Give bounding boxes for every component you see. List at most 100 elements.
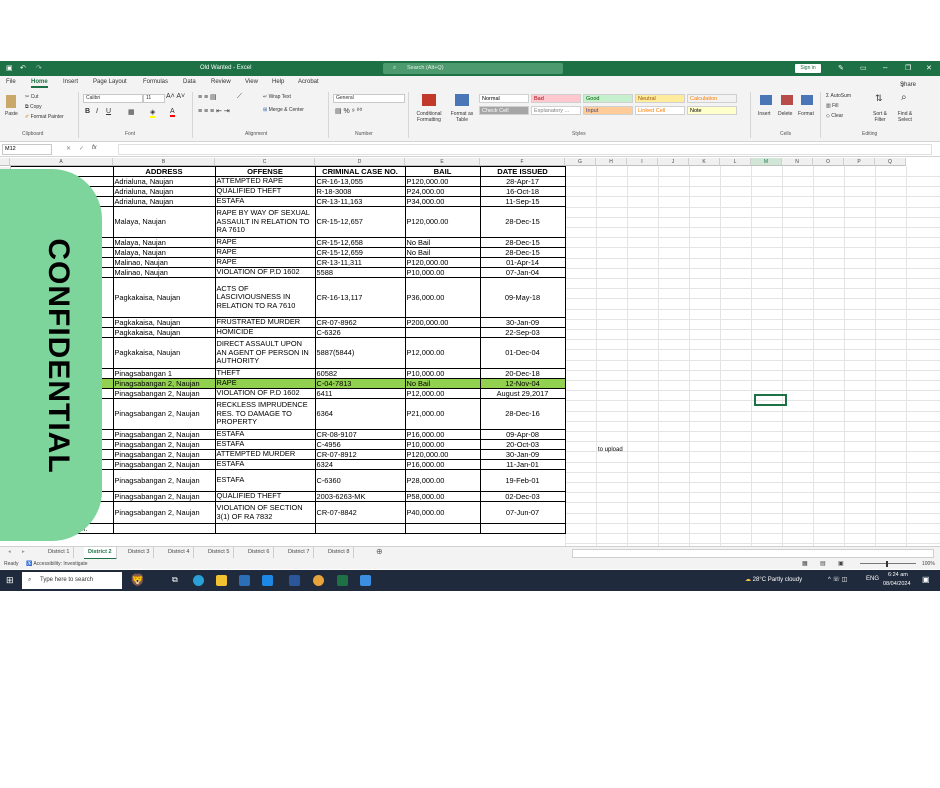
- horizontal-scrollbar[interactable]: [572, 549, 934, 558]
- tab-insert[interactable]: Insert: [63, 79, 78, 85]
- autosum-button[interactable]: Σ AutoSum: [826, 93, 851, 99]
- prev-sheet-icon[interactable]: ◂: [8, 549, 11, 555]
- cell-case-no[interactable]: 2003-6263-MK: [314, 491, 406, 502]
- cell-bail[interactable]: P36,000.00: [404, 277, 481, 318]
- widgets-icon[interactable]: 🦁: [130, 573, 145, 587]
- page-break-icon[interactable]: ▣: [838, 559, 844, 569]
- cell-offense[interactable]: QUALIFIED THEFT: [214, 186, 316, 197]
- cell-case-no[interactable]: CR-13-11,311: [314, 257, 406, 268]
- cell-address[interactable]: Pagkakaisa, Naujan: [112, 337, 216, 369]
- cell-date[interactable]: 12-Nov-04: [479, 378, 566, 389]
- paste-button[interactable]: Paste: [5, 111, 18, 117]
- header-address[interactable]: ADDRESS: [112, 166, 216, 177]
- excel-icon[interactable]: [337, 575, 348, 586]
- orientation-icon[interactable]: ⟋: [237, 93, 242, 101]
- normal-view-icon[interactable]: ▦: [802, 559, 808, 569]
- paste-icon[interactable]: [6, 95, 16, 108]
- cell-style-linked-cell[interactable]: Linked Cell: [635, 106, 685, 115]
- cell-address[interactable]: Pinagsabangan 2, Naujan: [112, 469, 216, 492]
- cell-offense[interactable]: ESTAFA: [214, 196, 316, 207]
- save-icon[interactable]: ▣: [6, 64, 13, 72]
- find-select-button[interactable]: Find & Select: [893, 111, 917, 123]
- cell-bail[interactable]: P120,000.00: [404, 449, 481, 460]
- cell-case-no[interactable]: 6411: [314, 388, 406, 399]
- cell-case-no[interactable]: 5887(5844): [314, 337, 406, 369]
- cell-date[interactable]: [479, 523, 566, 534]
- cell-bail[interactable]: P16,000.00: [404, 429, 481, 440]
- cell-bail[interactable]: P120,000.00: [404, 206, 481, 238]
- column-header-q[interactable]: Q: [875, 158, 906, 166]
- format-as-table-icon[interactable]: [455, 94, 469, 106]
- number-format-select[interactable]: General: [333, 94, 405, 103]
- align-left-icon[interactable]: ≡ ≡ ≡ ⇤ ⇥: [198, 107, 230, 115]
- cell-address[interactable]: Pagkakaisa, Naujan: [112, 327, 216, 338]
- cell-date[interactable]: August 29,2017: [479, 388, 566, 399]
- undo-icon[interactable]: ↶: [20, 64, 26, 72]
- format-painter-button[interactable]: ✐ Format Painter: [25, 114, 64, 120]
- column-header-i[interactable]: I: [627, 158, 658, 166]
- cell-offense[interactable]: ACTS OF LASCIVIOUSNESS IN RELATION TO RA…: [214, 277, 316, 318]
- tab-review[interactable]: Review: [211, 79, 231, 85]
- cell-address[interactable]: Pinagsabangan 2, Naujan: [112, 459, 216, 470]
- tab-file[interactable]: File: [6, 79, 16, 85]
- cell-offense[interactable]: RECKLESS IMPRUDENCE RES. TO DAMAGE TO PR…: [214, 398, 316, 430]
- zoom-slider-thumb[interactable]: [886, 561, 888, 567]
- align-top-icon[interactable]: ≡ ≡ ▤: [198, 93, 217, 101]
- cell-case-no[interactable]: 60582: [314, 368, 406, 379]
- pen-icon[interactable]: ✎: [838, 64, 844, 72]
- tab-help[interactable]: Help: [272, 79, 284, 85]
- page-layout-icon[interactable]: ▤: [820, 559, 826, 569]
- cell-offense[interactable]: RAPE BY WAY OF SEXUAL ASSAULT IN RELATIO…: [214, 206, 316, 238]
- cell-bail[interactable]: P120,000.00: [404, 257, 481, 268]
- cell-style-neutral[interactable]: Neutral: [635, 94, 685, 103]
- cell-offense[interactable]: [214, 523, 316, 534]
- bold-button[interactable]: B: [85, 108, 90, 115]
- accessibility-status[interactable]: ♿ Accessibility: Investigate: [26, 559, 88, 569]
- header-offense[interactable]: OFFENSE: [214, 166, 316, 177]
- cell-bail[interactable]: P12,000.00: [404, 337, 481, 369]
- cell-style-bad[interactable]: Bad: [531, 94, 581, 103]
- cell-offense[interactable]: QUALIFIED THEFT: [214, 491, 316, 502]
- language-indicator[interactable]: ENG: [866, 576, 879, 582]
- sheet-tab-district-4[interactable]: District 4: [164, 547, 195, 558]
- cell-address[interactable]: Malaya, Naujan: [112, 206, 216, 238]
- cell-bail[interactable]: [404, 523, 481, 534]
- find-select-icon[interactable]: ⌕: [901, 92, 907, 103]
- cell-address[interactable]: Pinagsabangan 2, Naujan: [112, 378, 216, 389]
- sheet-tab-district-8[interactable]: District 8: [324, 547, 355, 558]
- sheet-tab-district-1[interactable]: District 1: [44, 547, 75, 558]
- column-header-k[interactable]: K: [689, 158, 720, 166]
- cell-case-no[interactable]: C-6360: [314, 469, 406, 492]
- tab-formulas[interactable]: Formulas: [143, 79, 168, 85]
- column-header-m[interactable]: M: [751, 158, 782, 166]
- cell-address[interactable]: Pinagsabangan 2, Naujan: [112, 388, 216, 399]
- column-header-a[interactable]: A: [10, 158, 113, 166]
- cell-case-no[interactable]: 6364: [314, 398, 406, 430]
- restore-icon[interactable]: ❐: [905, 64, 911, 72]
- column-header-g[interactable]: G: [565, 158, 596, 166]
- word-icon[interactable]: [289, 575, 300, 586]
- cell-bail[interactable]: P10,000.00: [404, 439, 481, 450]
- ribbon-display-icon[interactable]: ▭: [860, 64, 867, 72]
- column-header-d[interactable]: D: [315, 158, 405, 166]
- cell-date[interactable]: 28-Apr-17: [479, 176, 566, 187]
- cell-address[interactable]: Pinagsabangan 2, Naujan: [112, 501, 216, 524]
- cell-bail[interactable]: P16,000.00: [404, 459, 481, 470]
- taskbar-search[interactable]: ⌕ Type here to search: [22, 572, 122, 589]
- cell-date[interactable]: 22-Sep-03: [479, 327, 566, 338]
- cell-offense[interactable]: HOMICIDE: [214, 327, 316, 338]
- cell-address[interactable]: Pagkakaisa, Naujan: [112, 317, 216, 328]
- cell-case-no[interactable]: R-18-3008: [314, 186, 406, 197]
- cell-bail[interactable]: P10,000.00: [404, 368, 481, 379]
- wrap-text-button[interactable]: ↵ Wrap Text: [263, 94, 291, 100]
- cell-date[interactable]: 01-Apr-14: [479, 257, 566, 268]
- cell-address[interactable]: Adrialuna, Naujan: [112, 186, 216, 197]
- grow-font-icon[interactable]: A˄ A˅: [166, 93, 185, 100]
- cell-date[interactable]: 09-Apr-08: [479, 429, 566, 440]
- app-icon[interactable]: [360, 575, 371, 586]
- cell-offense[interactable]: RAPE: [214, 378, 316, 389]
- cell-case-no[interactable]: CR-07-8962: [314, 317, 406, 328]
- cell-address[interactable]: Pinagsabangan 2, Naujan: [112, 429, 216, 440]
- cell-case-no[interactable]: CR-16-13,117: [314, 277, 406, 318]
- conditional-formatting-button[interactable]: Conditional Formatting: [412, 111, 446, 123]
